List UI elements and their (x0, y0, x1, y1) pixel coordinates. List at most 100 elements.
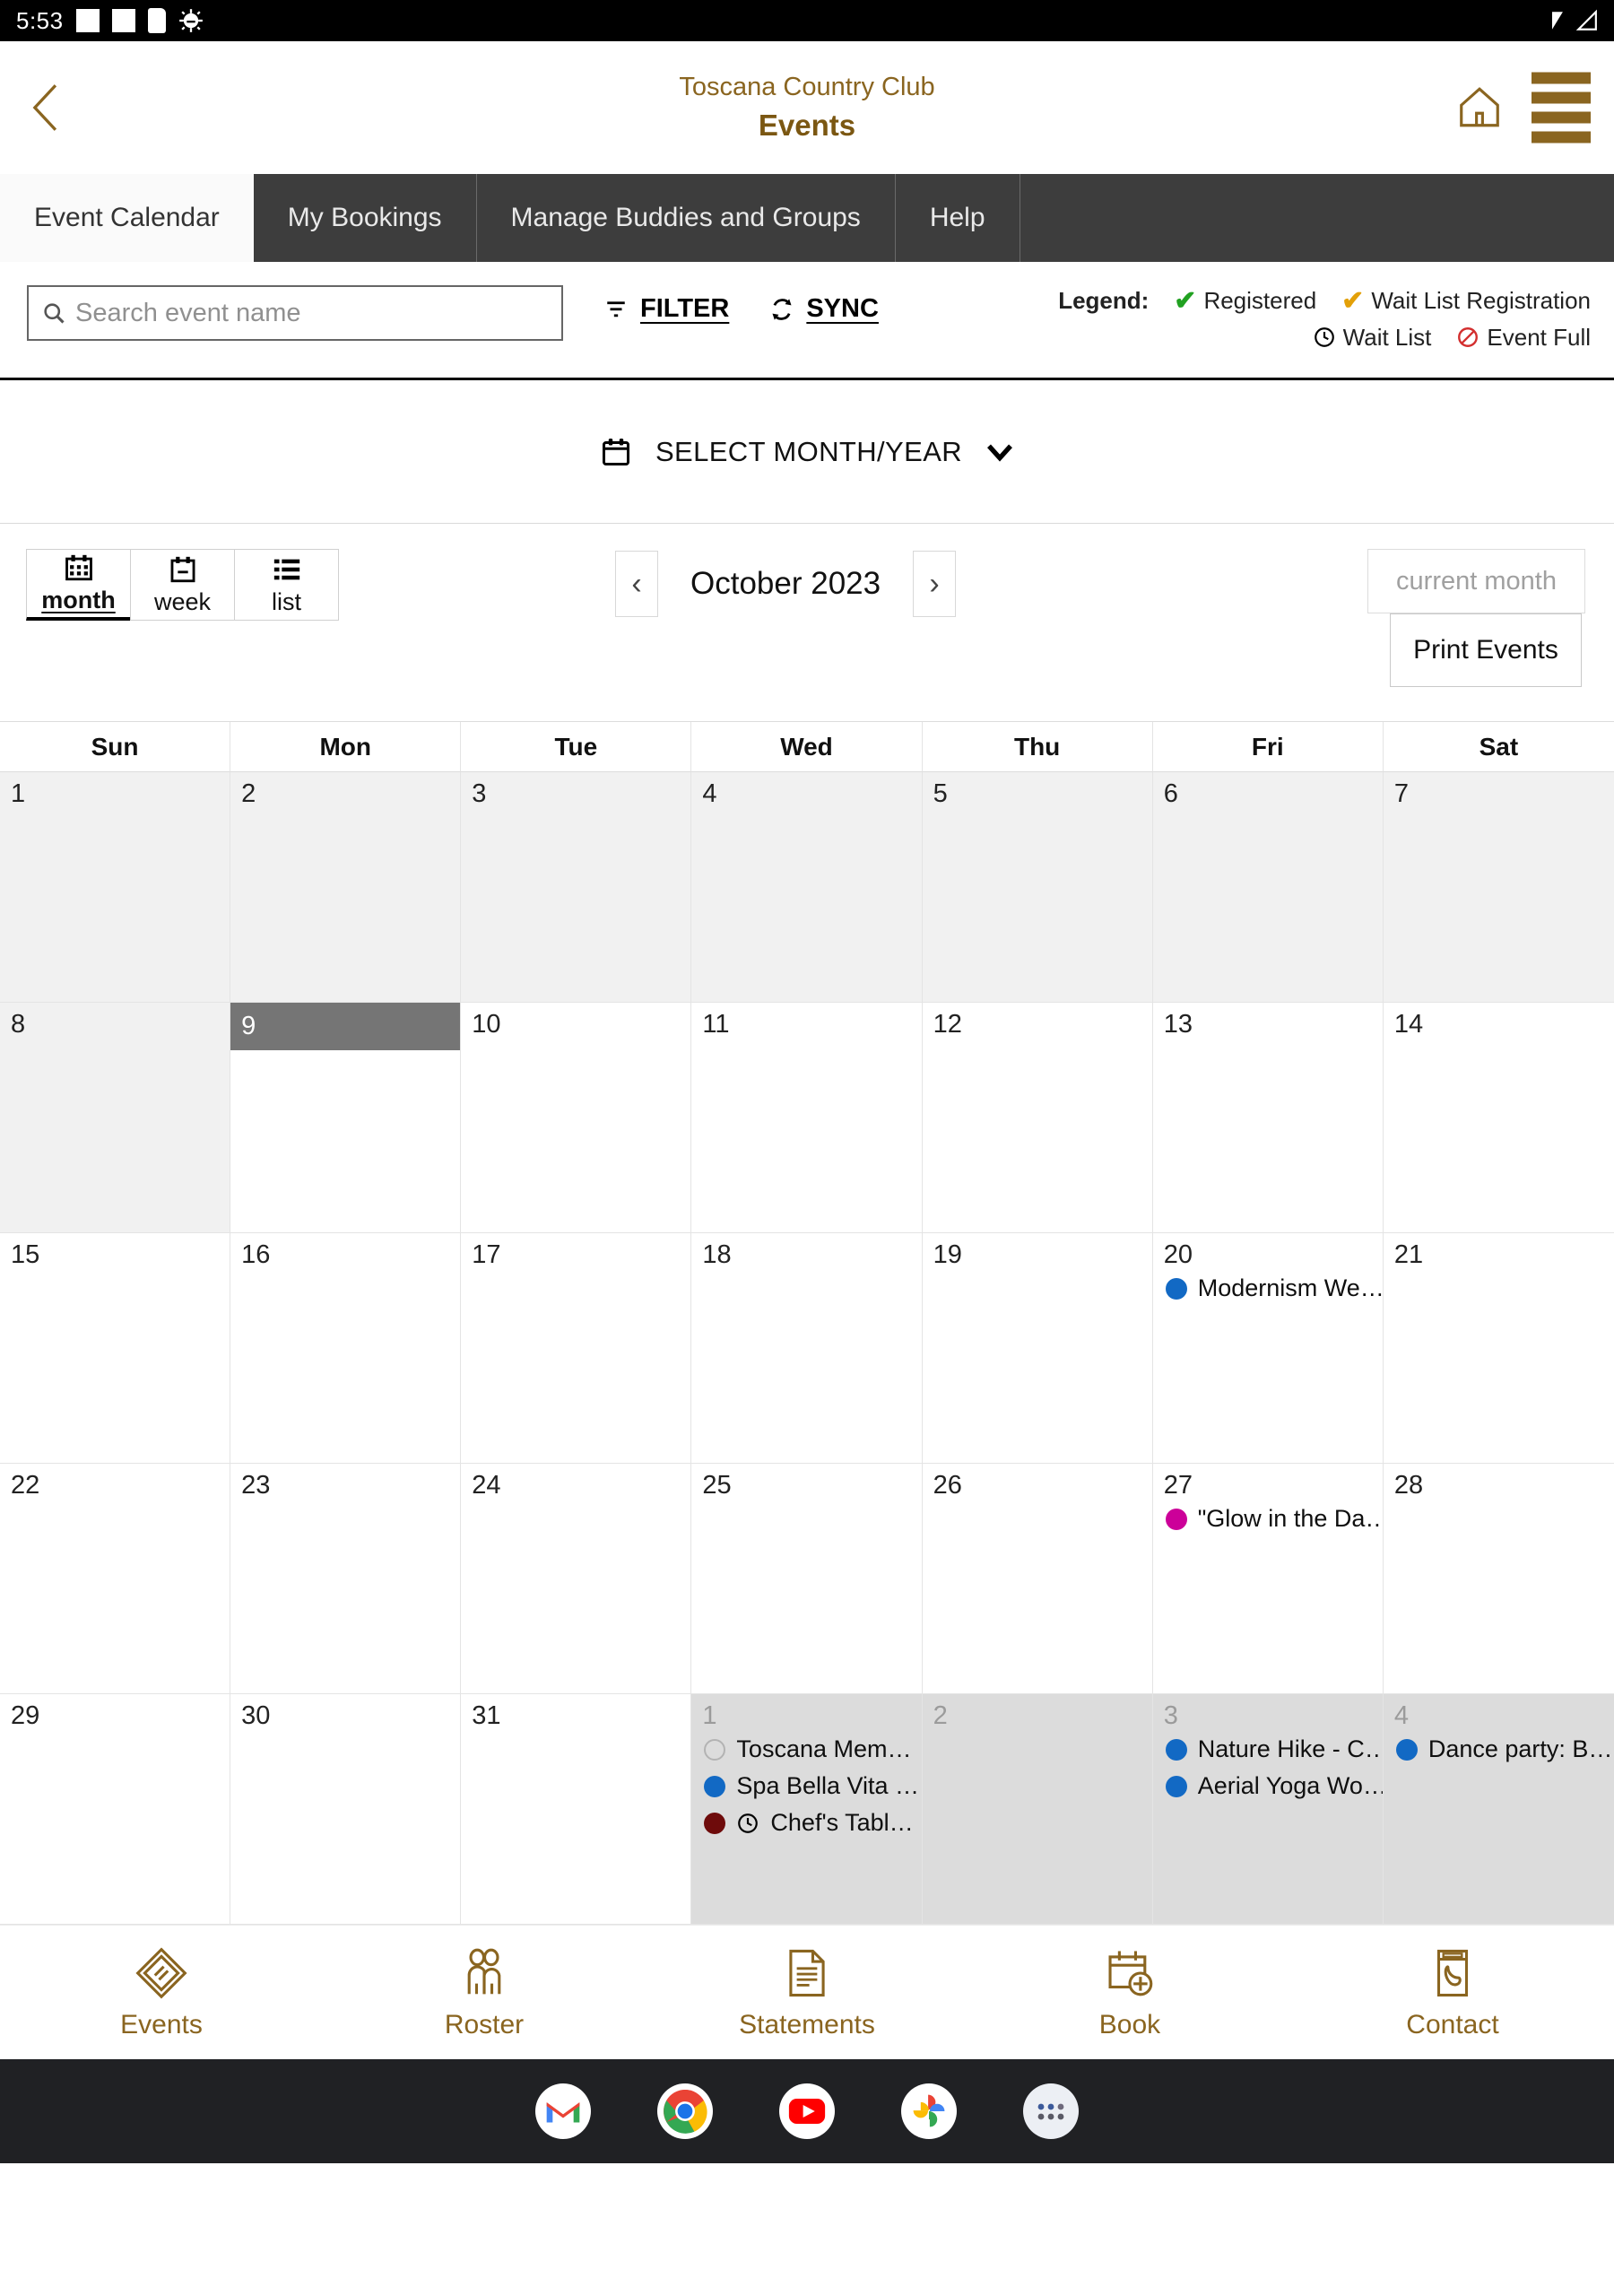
select-month-year-button[interactable]: SELECT MONTH/YEAR (0, 380, 1614, 524)
calendar-day-cell[interactable]: 30 (230, 1694, 462, 1925)
chrome-icon[interactable] (657, 2083, 713, 2139)
club-name: Toscana Country Club (679, 72, 935, 101)
calendar-day-cell[interactable]: 19 (922, 1233, 1153, 1464)
calendar-day-cell[interactable]: 12 (922, 1003, 1153, 1233)
bottom-nav-contact[interactable]: Contact (1291, 1945, 1614, 2040)
dow-fri: Fri (1152, 722, 1384, 772)
calendar-week-row: 29 30 31 1 Toscana Mem… Spa Bella Vita … Chef'… (0, 1694, 1614, 1925)
day-number: 16 (241, 1240, 271, 1269)
hamburger-menu-icon[interactable] (1532, 72, 1591, 143)
app-drawer-icon[interactable] (1023, 2083, 1079, 2139)
day-number: 4 (702, 779, 717, 808)
calendar-day-cell[interactable]: 11 (691, 1003, 923, 1233)
back-chevron-icon[interactable] (29, 83, 65, 133)
phone-card-icon (1436, 1949, 1469, 1996)
calendar-day-cell[interactable]: 17 (461, 1233, 692, 1464)
filter-label: FILTER (640, 294, 730, 323)
calendar-day-cell[interactable]: 5 (922, 772, 1153, 1003)
calendar-day-cell[interactable]: 27 "Glow in the Da… (1152, 1464, 1384, 1694)
current-month-button[interactable]: current month (1367, 549, 1585, 613)
calendar-day-cell[interactable]: 2 (922, 1694, 1153, 1925)
document-icon (789, 1949, 825, 1996)
signal-icon (1575, 9, 1597, 30)
calendar-day-cell[interactable]: 13 (1152, 1003, 1384, 1233)
calendar-event[interactable]: Chef's Tabl… (691, 1805, 921, 1841)
calendar-day-cell[interactable]: 28 (1383, 1464, 1614, 1694)
calendar-day-cell[interactable]: 25 (691, 1464, 923, 1694)
prev-month-button[interactable]: ‹ (615, 551, 658, 617)
wifi-icon (1552, 12, 1563, 30)
calendar-event[interactable]: Aerial Yoga Wo… (1153, 1768, 1383, 1805)
calendar-day-cell[interactable]: 7 (1383, 772, 1614, 1003)
calendar-day-cell[interactable]: 8 (0, 1003, 231, 1233)
legend-item-label: Registered (1203, 286, 1317, 314)
calendar-day-cell[interactable]: 3 (461, 772, 692, 1003)
clock-icon (738, 1813, 759, 1833)
bottom-nav-events[interactable]: Events (0, 1945, 323, 2040)
view-toggle-month[interactable]: month (26, 549, 131, 621)
calendar-day-cell[interactable]: 23 (230, 1464, 462, 1694)
calendar-event[interactable]: Spa Bella Vita … (691, 1768, 921, 1805)
tab-manage-buddies-and-groups[interactable]: Manage Buddies and Groups (477, 174, 896, 262)
calendar-day-cell[interactable]: 1 Toscana Mem… Spa Bella Vita … Chef's Tabl… (691, 1694, 923, 1925)
event-status-dot-icon (1165, 1738, 1187, 1761)
bottom-nav-statements[interactable]: Statements (646, 1945, 968, 2040)
view-toggle-list[interactable]: list (234, 549, 339, 621)
bottom-nav-roster[interactable]: Roster (323, 1945, 646, 2040)
calendar-event[interactable]: "Glow in the Da… (1153, 1500, 1383, 1537)
calendar-event[interactable]: Dance party: B… (1384, 1731, 1614, 1768)
google-photos-icon[interactable] (901, 2083, 957, 2139)
ticket-icon (135, 1946, 187, 1999)
tab-event-calendar[interactable]: Event Calendar (0, 174, 254, 262)
print-events-button[interactable]: Print Events (1390, 613, 1582, 687)
gmail-icon[interactable] (535, 2083, 591, 2139)
calendar-day-cell[interactable]: 4 Dance party: B… (1383, 1694, 1614, 1925)
filter-button[interactable]: FILTER (603, 285, 729, 324)
home-icon[interactable] (1454, 83, 1505, 132)
bottom-nav-book[interactable]: Book (968, 1945, 1291, 2040)
next-month-button[interactable]: › (913, 551, 957, 617)
view-toggle-week[interactable]: week (130, 549, 235, 621)
calendar-event[interactable]: Nature Hike - C… (1153, 1731, 1383, 1768)
day-number: 13 (1163, 1010, 1193, 1039)
tab-help[interactable]: Help (896, 174, 1020, 262)
calendar-day-cell[interactable]: 21 (1383, 1233, 1614, 1464)
calendar-day-cell[interactable]: 3 Nature Hike - C… Aerial Yoga Wo… (1152, 1694, 1384, 1925)
calendar-day-cell[interactable]: 29 (0, 1694, 231, 1925)
android-status-bar: 5:53 (0, 0, 1614, 41)
calendar-event[interactable]: Modernism We… (1153, 1270, 1383, 1307)
bottom-nav-label: Contact (1406, 2009, 1499, 2039)
calendar-day-cell[interactable]: 15 (0, 1233, 231, 1464)
calendar-day-cell[interactable]: 22 (0, 1464, 231, 1694)
calendar-day-cell[interactable]: 4 (691, 772, 923, 1003)
calendar-day-cell[interactable]: 20 Modernism We… (1152, 1233, 1384, 1464)
calendar-day-cell[interactable]: 6 (1152, 772, 1384, 1003)
legend-item-label: Wait List (1342, 323, 1432, 351)
calendar-event[interactable]: Toscana Mem… (691, 1731, 921, 1768)
calendar-day-cell[interactable]: 2 (230, 772, 462, 1003)
search-input[interactable]: Search event name (27, 285, 563, 341)
search-icon (44, 303, 65, 324)
event-title: Modernism We… (1197, 1274, 1384, 1301)
day-number: 9 (230, 1003, 461, 1050)
chevron-down-icon (987, 444, 1013, 462)
view-toggle-group: month week list (26, 549, 339, 621)
calendar-day-cell[interactable]: 9 (230, 1003, 462, 1233)
calendar-day-cell[interactable]: 14 (1383, 1003, 1614, 1233)
calendar-day-cell[interactable]: 1 (0, 772, 231, 1003)
calendar-day-cell[interactable]: 16 (230, 1233, 462, 1464)
view-toggle-label: week (153, 587, 212, 615)
tab-my-bookings[interactable]: My Bookings (254, 174, 477, 262)
legend-item-label: Event Full (1487, 323, 1591, 351)
calendar-day-cell[interactable]: 10 (461, 1003, 692, 1233)
calendar-day-cell[interactable]: 26 (922, 1464, 1153, 1694)
day-number: 29 (11, 1701, 40, 1730)
event-status-dot-icon (704, 1738, 726, 1761)
calendar-day-cell[interactable]: 31 (461, 1694, 692, 1925)
day-number: 6 (1163, 779, 1178, 808)
calendar-day-cell[interactable]: 24 (461, 1464, 692, 1694)
day-number: 3 (1163, 1701, 1178, 1730)
sync-button[interactable]: SYNC (768, 285, 879, 324)
youtube-icon[interactable] (779, 2083, 835, 2139)
calendar-day-cell[interactable]: 18 (691, 1233, 923, 1464)
